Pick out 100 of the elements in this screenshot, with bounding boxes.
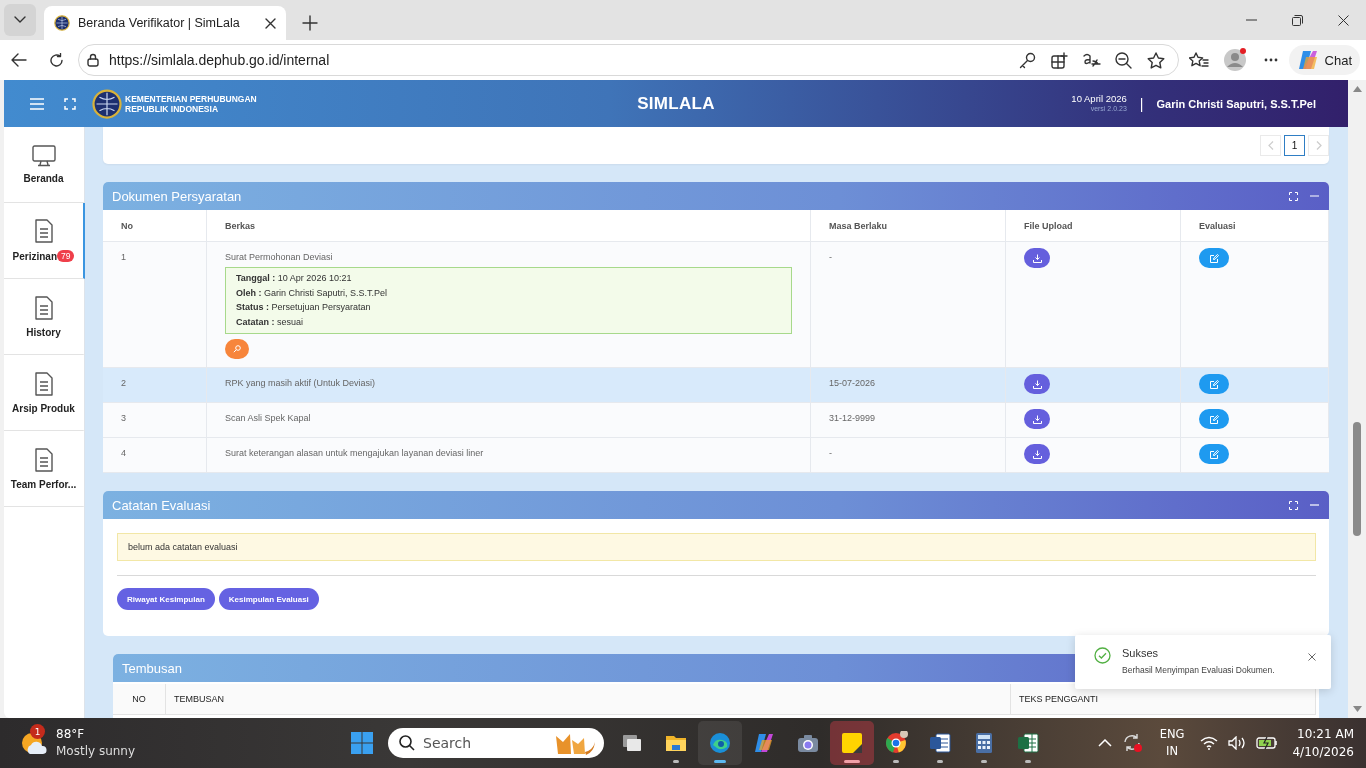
reload-icon xyxy=(48,52,64,68)
row-number: 2 xyxy=(121,378,126,388)
review-line: Oleh : Garin Christi Saputri, S.S.T.Pel xyxy=(236,286,389,299)
download-button[interactable] xyxy=(1024,248,1050,268)
scroll-thumb[interactable] xyxy=(1353,422,1361,536)
download-button[interactable] xyxy=(1024,444,1050,464)
review-line: Catatan : sesuai xyxy=(236,315,305,328)
page-button[interactable]: 1 xyxy=(1284,135,1305,156)
expand-icon[interactable] xyxy=(1289,500,1298,510)
chevron-down-icon xyxy=(14,16,26,24)
menu-icon[interactable] xyxy=(30,97,44,110)
weather-condition: Mostly sunny xyxy=(56,743,136,760)
translate-icon[interactable] xyxy=(1082,52,1101,68)
review-line: Tanggal : 10 Apr 2026 10:21 xyxy=(236,272,353,285)
expand-icon[interactable] xyxy=(1289,191,1298,201)
chat-button[interactable]: Chat xyxy=(1288,45,1360,75)
zoom-out-icon[interactable] xyxy=(1115,51,1133,69)
nav-label: History xyxy=(26,326,61,338)
copilot-icon xyxy=(1296,50,1319,70)
input-language[interactable]: ENG IN xyxy=(1159,726,1185,760)
download-icon xyxy=(1032,449,1042,459)
document-icon xyxy=(33,447,54,473)
download-icon xyxy=(1032,253,1042,263)
edit-icon xyxy=(1209,414,1219,424)
edit-icon xyxy=(1209,379,1219,389)
nav-label: Arsip Produk xyxy=(12,402,75,414)
document-name: Scan Asli Spek Kapal xyxy=(225,413,312,423)
plus-icon[interactable] xyxy=(302,15,318,31)
row-number: 3 xyxy=(121,413,126,423)
edit-button[interactable] xyxy=(1199,374,1229,394)
document-name: Surat keterangan alasan untuk mengajukan layanan deviasi liner xyxy=(225,448,485,458)
clock[interactable]: 10:21 AM 4/10/2026 xyxy=(1292,725,1354,761)
chevron-right-icon xyxy=(1315,141,1322,150)
organization-name: REPUBLIK INDONESIA xyxy=(125,103,220,114)
favicon-icon xyxy=(54,15,70,31)
action-button[interactable]: Kesimpulan Evaluasi xyxy=(218,588,319,610)
browser-icon xyxy=(708,731,732,755)
edit-icon xyxy=(1209,253,1219,263)
download-button[interactable] xyxy=(1024,409,1050,429)
key-icon[interactable] xyxy=(1019,51,1037,69)
tab-list-button[interactable] xyxy=(4,4,36,36)
notification-badge: 1 xyxy=(30,724,45,739)
browser-tab[interactable]: Beranda Verifikator | SimLala xyxy=(44,6,286,40)
organization-name: KEMENTERIAN PERHUBUNGAN xyxy=(125,93,257,104)
count-badge: 79 xyxy=(57,250,75,262)
edit-button[interactable] xyxy=(1199,444,1229,464)
column-header: NO xyxy=(113,684,166,715)
star-icon[interactable] xyxy=(1146,51,1165,69)
browser-icon xyxy=(884,731,908,755)
validity-date: - xyxy=(829,448,832,458)
nav-label: Beranda xyxy=(23,173,64,184)
windows-start-icon[interactable] xyxy=(350,731,374,755)
validity-date: 31-12-9999 xyxy=(829,413,876,423)
toast-title: Sukses xyxy=(1122,647,1160,659)
action-button[interactable]: Riwayat Kesimpulan xyxy=(117,588,215,610)
panel-title: Catatan Evaluasi xyxy=(112,497,211,513)
wifi-icon[interactable] xyxy=(1200,736,1219,750)
more-icon[interactable] xyxy=(1263,58,1278,62)
volume-icon[interactable] xyxy=(1228,736,1247,750)
scroll-up-icon xyxy=(1352,86,1362,92)
document-icon xyxy=(33,371,54,397)
lock-icon xyxy=(87,53,99,67)
download-icon xyxy=(1032,414,1042,424)
edit-button[interactable] xyxy=(1199,248,1229,268)
chevron-up-icon[interactable] xyxy=(1097,739,1112,747)
download-icon xyxy=(1032,379,1042,389)
favorites-icon[interactable] xyxy=(1188,51,1209,69)
review-line: Status : Persetujuan Persyaratan xyxy=(236,301,372,314)
copilot-icon xyxy=(752,731,776,755)
close-icon[interactable] xyxy=(265,17,276,29)
taskbar-app[interactable] xyxy=(830,721,874,765)
close-icon xyxy=(1337,14,1349,26)
download-button[interactable] xyxy=(1024,374,1050,394)
search-icon xyxy=(233,345,241,353)
app-title: SIMLALA xyxy=(637,93,715,114)
panel-title: Tembusan xyxy=(122,660,182,676)
edit-button[interactable] xyxy=(1199,409,1229,429)
document-app-icon xyxy=(928,731,952,755)
current-date: 10 April 2026 xyxy=(1071,93,1127,104)
battery-icon[interactable] xyxy=(1256,736,1279,750)
scroll-down-icon xyxy=(1352,706,1362,712)
nav-label: Team Perfor... xyxy=(10,478,77,490)
search-field[interactable]: Search xyxy=(388,728,604,758)
temperature: 88°F xyxy=(56,726,86,743)
document-icon xyxy=(33,219,54,244)
edit-icon xyxy=(1209,449,1219,459)
separator: | xyxy=(1139,95,1144,112)
emblem-logo-icon xyxy=(92,88,122,119)
validity-date: 15-07-2026 xyxy=(829,378,876,388)
document-name: Surat Permohonan Deviasi xyxy=(225,252,334,262)
fullscreen-icon[interactable] xyxy=(64,97,76,110)
search-icon xyxy=(399,735,415,751)
taskbar-app[interactable] xyxy=(698,721,742,765)
user-name[interactable]: Garin Christi Saputri, S.S.T.Pel xyxy=(1156,97,1316,110)
close-button[interactable] xyxy=(1308,653,1316,661)
add-app-icon[interactable] xyxy=(1051,51,1069,69)
row-number: 1 xyxy=(121,252,126,262)
close-icon xyxy=(1308,653,1316,661)
empty-notice: belum ada catatan evaluasi xyxy=(117,533,1316,561)
sync-icon[interactable] xyxy=(1121,733,1144,753)
